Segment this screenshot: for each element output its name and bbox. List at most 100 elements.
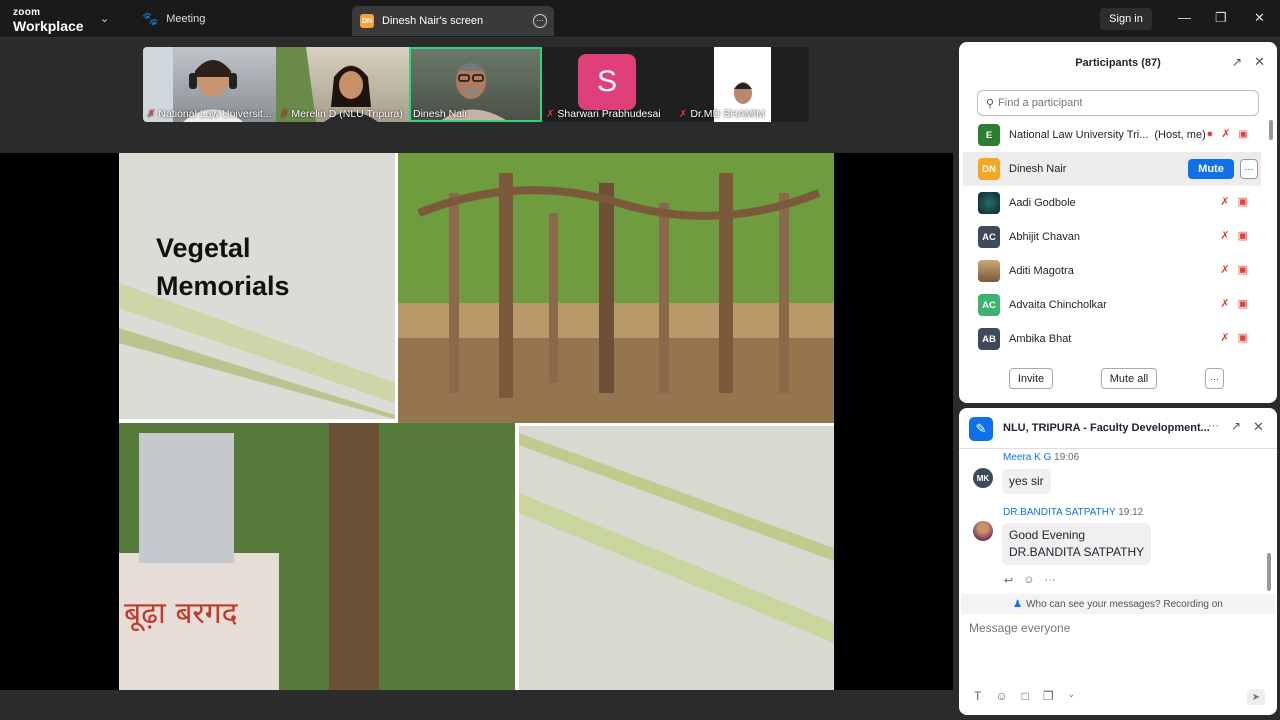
chat-sender-line: Meera K G 19:06: [1003, 452, 1079, 463]
chat-scrollbar[interactable]: [1267, 553, 1271, 591]
avatar: [973, 521, 993, 541]
chat-privacy-notice[interactable]: ♟ Who can see your messages? Recording o…: [961, 594, 1275, 614]
chevron-down-icon[interactable]: ⌄: [100, 12, 109, 25]
pop-out-icon[interactable]: ↗: [1232, 55, 1242, 69]
close-icon[interactable]: ✕: [1253, 419, 1264, 435]
participant-name: Aadi Godbole: [1009, 197, 1076, 209]
tab-shared-screen[interactable]: DN Dinesh Nair's screen ···: [352, 6, 554, 36]
more-options-button[interactable]: ···: [1240, 159, 1258, 179]
emoji-icon[interactable]: ☺: [995, 689, 1007, 703]
more-options-button[interactable]: ···: [1205, 368, 1224, 389]
participant-name: Ambika Bhat: [1009, 333, 1072, 345]
mic-muted-icon: ✗: [147, 108, 156, 120]
search-icon: ⚲: [986, 97, 995, 110]
text-format-icon[interactable]: T: [974, 689, 981, 703]
logo-top-text: zoom: [13, 7, 41, 18]
video-strip: ✗ National Law Universit... ✗ Merelin D (N…: [143, 47, 809, 122]
send-icon[interactable]: ➤: [1247, 689, 1265, 705]
minimize-icon[interactable]: —: [1178, 10, 1191, 25]
avatar: AC: [978, 294, 1000, 316]
chat-time: 19:12: [1118, 507, 1144, 518]
video-tile[interactable]: ✗ Dr.MD SHAMIM: [675, 47, 808, 122]
avatar: MK: [973, 468, 993, 488]
video-tile[interactable]: ✗ Merelin D (NLU Tripura): [276, 47, 409, 122]
avatar: E: [978, 124, 1000, 146]
participant-row[interactable]: E National Law University Tri... (Host, …: [963, 118, 1261, 152]
more-options-icon[interactable]: ···: [533, 14, 547, 28]
participant-name: Abhijit Chavan: [1009, 231, 1080, 243]
participant-row[interactable]: AC Advaita Chincholkar ✗ ▣: [963, 288, 1261, 322]
video-tile[interactable]: ✗ National Law Universit...: [143, 47, 276, 122]
video-tile-active-speaker[interactable]: Dinesh Nair: [409, 47, 542, 122]
participants-panel: Participants (87) ↗ ✕ ⚲ Find a participa…: [959, 42, 1277, 403]
tab-meeting-label: Meeting: [166, 13, 206, 25]
close-icon[interactable]: ✕: [1254, 10, 1265, 26]
video-tile-name: Dinesh Nair: [413, 108, 468, 120]
mic-muted-icon: ✗: [1220, 298, 1230, 310]
tab-meeting[interactable]: 🐾 Meeting: [142, 11, 205, 27]
divider: [959, 448, 1277, 449]
reply-icon[interactable]: ↩: [1004, 574, 1013, 587]
emoji-reaction-icon[interactable]: ☺: [1023, 574, 1034, 587]
participants-title: Participants (87): [1075, 57, 1161, 69]
close-icon[interactable]: ✕: [1254, 54, 1265, 70]
plaque-text: बूढ़ा बरगद: [124, 596, 239, 632]
sign-in-button[interactable]: Sign in: [1100, 8, 1152, 30]
participant-status-icons: ✗ ▣: [1220, 197, 1248, 208]
chat-sender: Meera K G: [1003, 452, 1052, 463]
participant-role: (Host, me): [1154, 129, 1206, 141]
video-camera-icon: ▣: [1238, 129, 1248, 140]
user-icon: ♟: [1013, 598, 1023, 610]
participants-scrollbar[interactable]: [1269, 120, 1273, 140]
recording-icon: ●: [1206, 128, 1214, 140]
mute-all-button[interactable]: Mute all: [1101, 368, 1157, 389]
mic-muted-icon: ✗: [1220, 196, 1230, 208]
avatar: [978, 192, 1000, 214]
chat-title: NLU, TRIPURA - Faculty Development...: [1003, 422, 1210, 434]
participant-row[interactable]: AC Abhijit Chavan ✗ ▣: [963, 220, 1261, 254]
avatar: AB: [978, 328, 1000, 350]
participant-search-input[interactable]: ⚲ Find a participant: [977, 90, 1259, 116]
search-placeholder: Find a participant: [998, 97, 1083, 109]
more-options-icon[interactable]: ···: [1044, 574, 1055, 587]
chat-edit-icon[interactable]: ✎: [969, 417, 993, 441]
zoom-workplace-logo[interactable]: zoom Workplace: [13, 7, 84, 34]
participant-row[interactable]: Aadi Godbole ✗ ▣: [963, 186, 1261, 220]
logo-bottom-text: Workplace: [13, 18, 84, 34]
video-tile[interactable]: S ✗ Sharwari Prabhudesai: [542, 47, 675, 122]
participant-status-icons: ✗ ▣: [1220, 333, 1248, 344]
participant-avatar: S: [578, 54, 636, 110]
invite-button[interactable]: Invite: [1009, 368, 1053, 389]
mic-muted-icon: ✗: [280, 108, 289, 120]
more-options-icon[interactable]: ···: [1208, 420, 1219, 432]
title-bar: zoom Workplace ⌄ 🐾 Meeting DN Dinesh Nai…: [0, 0, 1280, 38]
participant-status-icons: ✗ ▣: [1220, 299, 1248, 310]
mute-button[interactable]: Mute: [1188, 159, 1234, 179]
participant-name: Advaita Chincholkar: [1009, 299, 1107, 311]
bottom-band: [0, 690, 953, 720]
avatar: DN: [978, 158, 1000, 180]
chat-sender: DR.BANDITA SATPATHY: [1003, 507, 1116, 518]
chat-sender-line: DR.BANDITA SATPATHY 19:12: [1003, 507, 1143, 518]
video-off-icon: ▣: [1237, 332, 1248, 344]
screenshot-icon[interactable]: ❐: [1043, 689, 1054, 703]
chat-notice-text: Who can see your messages? Recording on: [1026, 598, 1223, 610]
restore-icon[interactable]: ❐: [1215, 10, 1227, 26]
participant-row[interactable]: AB Ambika Bhat ✗ ▣: [963, 322, 1261, 356]
chevron-down-icon[interactable]: ⌄: [1068, 689, 1076, 703]
slide-title-line2: Memorials: [156, 271, 290, 301]
video-tile-name: ✗ Merelin D (NLU Tripura): [280, 108, 403, 120]
participant-row[interactable]: DN Dinesh Nair Mute ···: [963, 152, 1261, 186]
avatar: [978, 260, 1000, 282]
participant-name: Aditi Magotra: [1009, 265, 1074, 277]
message-actions: ↩ ☺ ···: [1004, 574, 1055, 587]
chat-text: Good Evening: [1009, 528, 1086, 542]
participant-row[interactable]: Aditi Magotra ✗ ▣: [963, 254, 1261, 288]
chat-message-input[interactable]: Message everyone: [969, 621, 1070, 635]
pop-out-icon[interactable]: ↗: [1231, 419, 1241, 433]
chat-bubble: yes sir: [1002, 469, 1051, 494]
file-icon[interactable]: □: [1022, 689, 1029, 703]
participant-name: Dinesh Nair: [1009, 163, 1067, 175]
paw-icon: 🐾: [142, 11, 159, 26]
avatar: AC: [978, 226, 1000, 248]
